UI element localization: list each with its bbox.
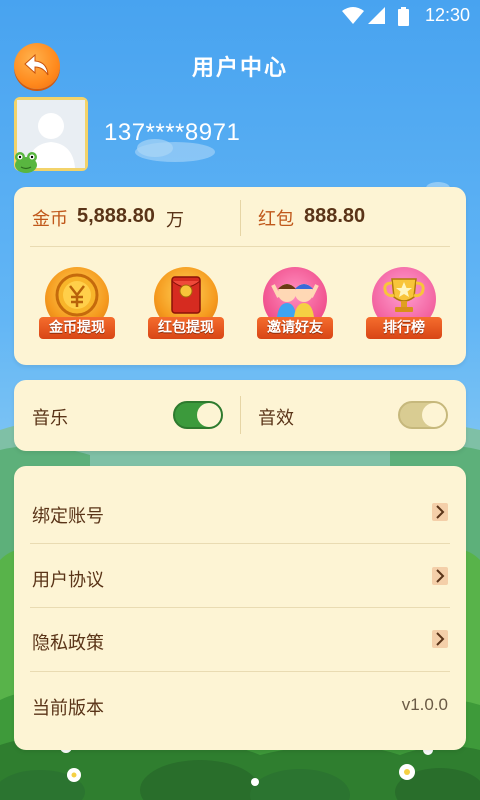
sound-toggle-knob [422, 403, 446, 427]
invite-friends-button[interactable]: 邀请好友 [257, 265, 333, 341]
status-bar: 12:30 [0, 0, 480, 32]
red-withdraw-label: 红包提现 [148, 317, 224, 339]
sound-label: 音效 [258, 408, 294, 429]
red-withdraw-button[interactable]: 红包提现 [148, 265, 224, 341]
user-phone: 137****8971 [104, 119, 241, 146]
gold-withdraw-label: 金币提现 [39, 317, 115, 339]
avatar[interactable] [14, 97, 88, 173]
settings-divider [240, 396, 241, 434]
menu-card: 绑定账号 用户协议 隐私政策 当前版本 v1.0.0 [14, 466, 466, 750]
card-divider [30, 246, 450, 247]
version-row: 当前版本 v1.0.0 [14, 672, 466, 750]
version-label: 当前版本 [32, 698, 104, 719]
red-value: 888.80 [304, 205, 366, 227]
signal-icon [368, 7, 385, 24]
balance-card: 金币 5,888.80 万 红包 888.80 金币提现 红包提现 邀请好友 排… [14, 187, 466, 365]
page-title: 用户中心 [191, 56, 288, 81]
gold-value: 5,888.80 [77, 205, 155, 227]
music-toggle-knob [197, 403, 221, 427]
bind-account-row[interactable]: 绑定账号 [14, 466, 466, 543]
invite-friends-label: 邀请好友 [257, 317, 333, 339]
ranking-button[interactable]: 排行榜 [366, 265, 442, 341]
wifi-icon [342, 7, 364, 24]
gold-withdraw-button[interactable]: 金币提现 [39, 265, 115, 341]
privacy-policy-row[interactable]: 隐私政策 [14, 608, 466, 671]
red-label: 红包 [258, 209, 294, 230]
chevron-right-icon [432, 503, 448, 521]
music-toggle[interactable] [173, 401, 223, 429]
privacy-policy-label: 隐私政策 [32, 633, 104, 654]
chevron-right-icon [432, 630, 448, 648]
ranking-label: 排行榜 [366, 317, 442, 339]
sound-toggle[interactable] [398, 401, 448, 429]
gold-unit: 万 [166, 210, 184, 231]
music-label: 音乐 [32, 408, 68, 429]
balance-divider [240, 200, 241, 236]
frog-badge-icon [15, 152, 37, 173]
bind-account-label: 绑定账号 [32, 506, 104, 527]
sound-settings-card: 音乐 音效 [14, 380, 466, 451]
battery-icon [398, 7, 409, 26]
user-agreement-label: 用户协议 [32, 570, 104, 591]
gold-label: 金币 [32, 209, 68, 230]
status-time: 12:30 [424, 5, 470, 25]
version-value: v1.0.0 [401, 695, 448, 714]
user-agreement-row[interactable]: 用户协议 [14, 544, 466, 607]
chevron-right-icon [432, 567, 448, 585]
